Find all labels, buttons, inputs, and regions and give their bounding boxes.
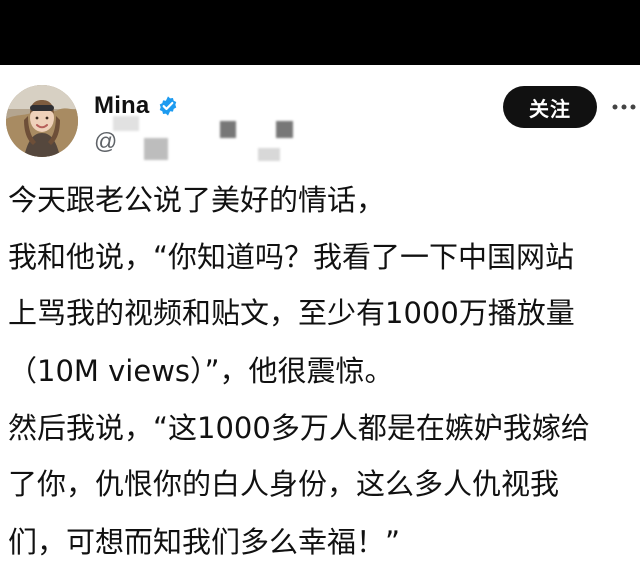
screenshot: Mina @ 关注 今天跟老公说了美好的情话， 我和他说，“你知道吗？我看了一下… [0,0,640,576]
author-avatar[interactable] [6,85,78,157]
post-text-line: 上骂我的视频和贴文，至少有1000万播放量 [8,296,575,330]
author-handle-prefix: @ [94,127,118,154]
post-body: 今天跟老公说了美好的情话， 我和他说，“你知道吗？我看了一下中国网站 上骂我的视… [0,173,640,576]
post-text-line: 今天跟老公说了美好的情话， [8,183,386,217]
handle-redaction-block-3 [220,121,236,138]
handle-redaction-block-1 [113,116,139,131]
post-text-line: 然后我说，“这1000多万人都是在嫉妒我嫁给 [8,411,590,445]
post-text-line: 了你，仇恨你的白人身份，这么多人仇视我 [8,467,560,501]
post-text-line: （10M views）”，他很震惊。 [8,354,394,388]
follow-button[interactable]: 关注 [503,86,597,128]
handle-redaction-block-4 [276,121,293,138]
top-black-bar [0,0,640,65]
verified-badge-icon [157,95,179,117]
post-text-line: 们，可想而知我们多么幸福！” [8,525,401,559]
more-dots-icon[interactable] [612,99,636,115]
post-header: Mina @ 关注 [0,65,640,173]
handle-redaction-block-5 [258,148,280,161]
author-handle-row: @ [94,127,117,155]
handle-redaction-block-2 [144,138,168,160]
post-text-line: 我和他说，“你知道吗？我看了一下中国网站 [8,240,575,274]
avatar-image [6,85,78,157]
